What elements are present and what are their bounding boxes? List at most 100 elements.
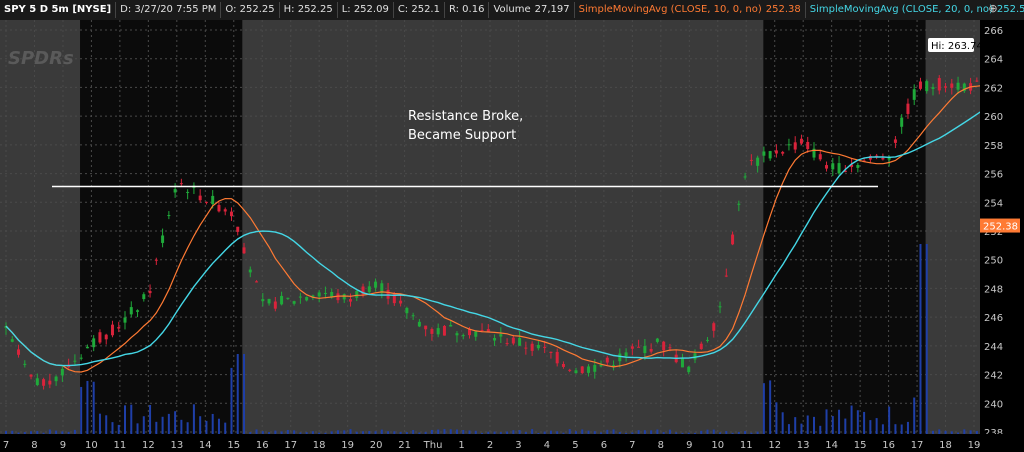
y-tick-label: 260 xyxy=(984,112,1003,123)
x-tick-label: 15 xyxy=(854,440,867,451)
volume-bar xyxy=(574,431,577,434)
candle-body xyxy=(574,370,578,374)
candle-body xyxy=(217,205,221,212)
volume-bar xyxy=(543,431,546,434)
volume-bar xyxy=(819,425,822,434)
candle-body xyxy=(605,357,609,363)
y-tick-label: 256 xyxy=(984,170,1003,181)
candle-body xyxy=(618,353,622,362)
candle-body xyxy=(493,338,497,341)
volume-bar xyxy=(906,421,909,434)
candle-body xyxy=(267,298,271,304)
candle-body xyxy=(223,209,227,212)
candle-body xyxy=(42,379,46,386)
candle-body xyxy=(655,338,659,342)
volume-bar xyxy=(399,431,402,434)
candle-body xyxy=(367,286,371,293)
volume-bar xyxy=(130,404,133,434)
candle-body xyxy=(918,81,922,89)
candle-body xyxy=(474,331,478,337)
volume-bar xyxy=(700,430,703,434)
zoom-icon[interactable]: ⊕ xyxy=(986,2,1000,16)
candle-body xyxy=(10,339,14,342)
volume-bar xyxy=(217,418,220,434)
volume-study[interactable]: Volume 27,197 xyxy=(489,2,575,18)
candle-body xyxy=(142,294,146,300)
x-tick-label: Thu xyxy=(423,440,443,451)
volume-bar xyxy=(938,429,941,434)
candle-body xyxy=(399,300,403,304)
volume-bar xyxy=(625,432,628,434)
volume-bar xyxy=(919,244,922,434)
volume-bar xyxy=(512,430,515,434)
x-tick-label: 17 xyxy=(911,440,924,451)
volume-bar xyxy=(293,430,296,434)
candle-body xyxy=(204,201,208,203)
volume-bar xyxy=(750,432,753,434)
candle-body xyxy=(499,334,503,337)
volume-bar xyxy=(55,430,58,434)
candle-body xyxy=(48,380,52,385)
candle-body xyxy=(518,337,522,346)
volume-bar xyxy=(437,429,440,434)
symbol-label[interactable]: SPY 5 D 5m [NYSE] xyxy=(0,2,117,18)
volume-bar xyxy=(230,367,233,434)
candle-body xyxy=(906,103,910,114)
volume-bar xyxy=(249,432,252,434)
x-tick-label: 10 xyxy=(85,440,98,451)
volume-bar xyxy=(336,430,339,434)
volume-bar xyxy=(205,420,208,434)
price-chart[interactable]: SPDRs Resistance Broke, Became Support Hi: … xyxy=(0,20,1024,452)
candle-body xyxy=(699,343,703,350)
volume-bar xyxy=(362,431,365,434)
volume-bar xyxy=(268,432,271,434)
volume-bar xyxy=(556,431,559,434)
volume-bar xyxy=(5,431,7,434)
volume-bar xyxy=(618,431,621,434)
y-tick-label: 262 xyxy=(984,83,1003,94)
candle-body xyxy=(292,301,296,304)
candle-body xyxy=(386,289,390,299)
volume-bar xyxy=(142,416,145,434)
candle-body xyxy=(543,346,547,348)
volume-bar xyxy=(80,386,83,434)
candle-body xyxy=(23,363,27,365)
x-tick-label: 2 xyxy=(487,440,493,451)
x-tick-label: 7 xyxy=(3,440,9,451)
candle-body xyxy=(630,346,634,349)
candle-body xyxy=(242,247,246,254)
y-tick-label: 242 xyxy=(984,371,1003,382)
candle-body xyxy=(317,292,321,297)
candle-body xyxy=(568,369,572,371)
range-label: R: 0.16 xyxy=(445,2,490,18)
volume-bar xyxy=(549,430,552,434)
x-tick-label: 8 xyxy=(31,440,37,451)
candle-body xyxy=(680,358,684,368)
candle-body xyxy=(173,189,177,193)
candle-body xyxy=(110,324,114,336)
volume-bar xyxy=(324,432,327,434)
candle-body xyxy=(549,351,553,353)
candle-body xyxy=(148,291,152,294)
candle-body xyxy=(280,295,284,305)
volume-bar xyxy=(380,429,383,434)
volume-bar xyxy=(668,429,671,434)
volume-bar xyxy=(524,431,527,434)
volume-bar xyxy=(443,429,446,434)
volume-bar xyxy=(506,431,509,434)
volume-bar xyxy=(186,422,189,434)
volume-bar xyxy=(831,416,834,434)
x-tick-label: 20 xyxy=(370,440,383,451)
candle-body xyxy=(355,290,359,298)
sma10-value: 252.38 xyxy=(765,4,801,15)
candle-body xyxy=(881,157,885,160)
candle-body xyxy=(286,297,290,299)
candle-body xyxy=(323,292,327,294)
candle-body xyxy=(931,87,935,89)
volume-bar xyxy=(712,429,715,434)
candle-body xyxy=(818,154,822,160)
volume-bar xyxy=(174,411,177,434)
candle-body xyxy=(624,352,628,357)
candle-body xyxy=(330,291,334,297)
sma10-study[interactable]: SimpleMovingAvg (CLOSE, 10, 0, no) 252.38 xyxy=(575,2,806,18)
